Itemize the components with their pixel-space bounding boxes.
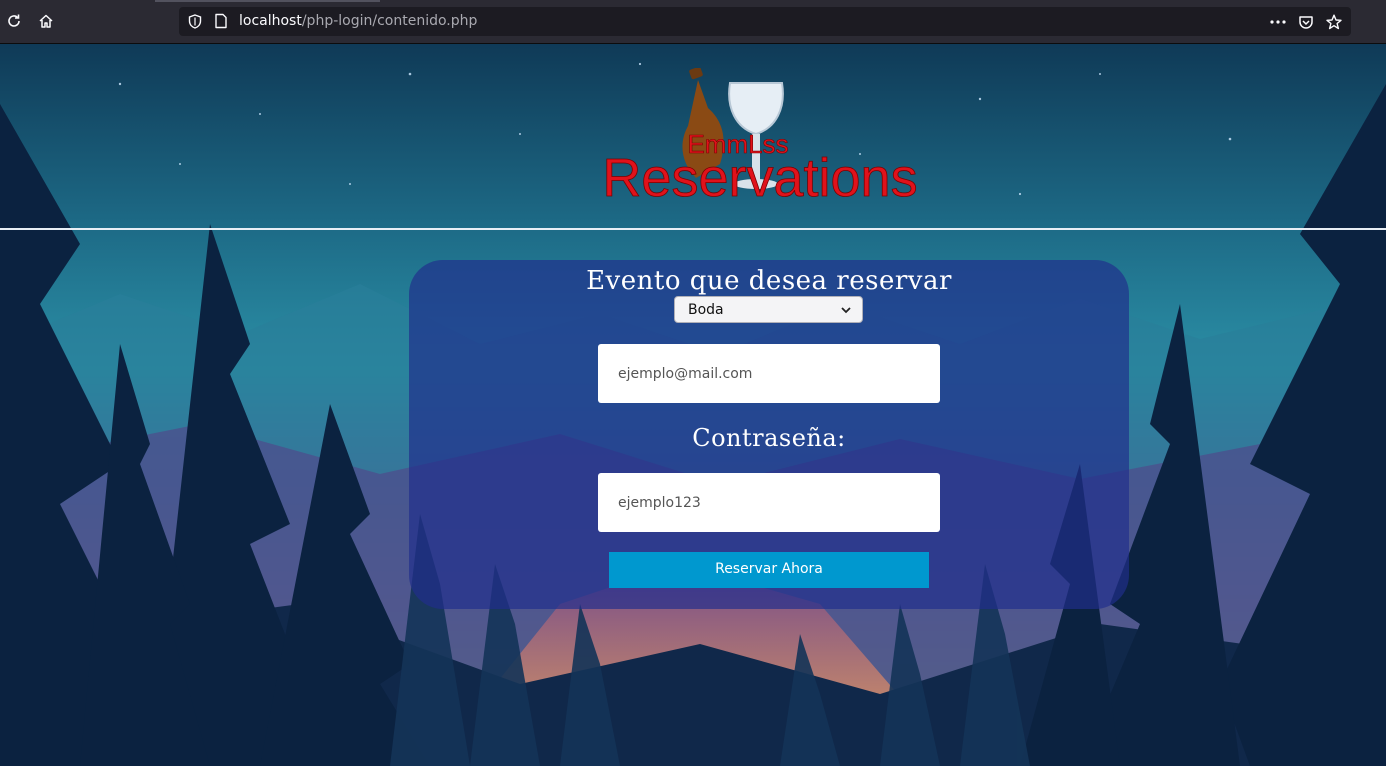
browser-toolbar: localhost/php-login/contenido.php [0, 0, 1386, 44]
reservation-form-panel: Evento que desea reservar Boda Contraseñ… [409, 260, 1129, 609]
logo-main-text: Reservations [602, 148, 917, 208]
page-content: EmmLss Reservations Evento que desea res… [0, 44, 1386, 766]
password-field[interactable] [598, 473, 940, 532]
url-host: localhost [239, 13, 302, 29]
home-icon[interactable] [33, 8, 59, 34]
event-select[interactable]: Boda [674, 296, 863, 323]
email-field[interactable] [598, 344, 940, 403]
reload-icon[interactable] [1, 8, 27, 34]
address-bar[interactable]: localhost/php-login/contenido.php [179, 7, 1351, 36]
star-icon[interactable] [1323, 11, 1345, 33]
form-title: Evento que desea reservar [586, 266, 952, 296]
chevron-down-icon [840, 303, 852, 319]
url-path: /php-login/contenido.php [301, 13, 478, 29]
shield-icon[interactable] [188, 14, 202, 33]
reserve-now-button[interactable]: Reservar Ahora [609, 552, 929, 588]
event-select-value: Boda [688, 302, 724, 318]
url-text[interactable]: localhost/php-login/contenido.php [239, 13, 477, 29]
tab-indicator [155, 0, 380, 2]
pocket-icon[interactable] [1295, 11, 1317, 33]
more-icon[interactable] [1267, 11, 1289, 33]
header-divider [0, 228, 1386, 230]
password-label: Contraseña: [692, 424, 846, 452]
emmlss-reservations-logo: EmmLss Reservations [602, 68, 918, 208]
page-icon [214, 13, 228, 33]
